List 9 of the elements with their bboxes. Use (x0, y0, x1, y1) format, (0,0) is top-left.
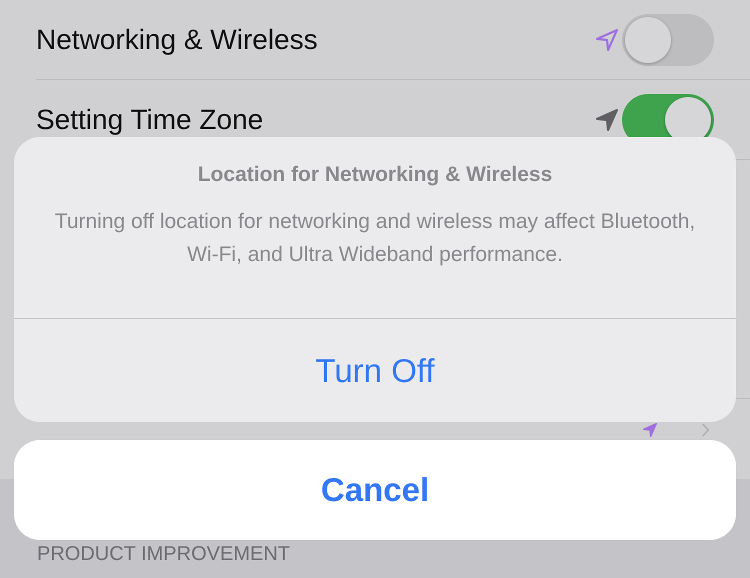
cancel-button[interactable]: Cancel (14, 440, 736, 540)
row-label: Networking & Wireless (36, 24, 319, 56)
sheet-message: Turning off location for networking and wireless may affect Bluetooth, Wi-Fi, and Ultra Wideband performance. (54, 209, 696, 268)
chevron-icon (701, 423, 710, 437)
row-label: Setting Time Zone (36, 104, 264, 136)
settings-row[interactable]: Networking & Wireless (36, 0, 750, 80)
section-header: PRODUCT IMPROVEMENT (37, 543, 291, 566)
sheet-title: Location for Networking & Wireless (198, 163, 552, 187)
toggle-switch[interactable] (622, 14, 714, 66)
